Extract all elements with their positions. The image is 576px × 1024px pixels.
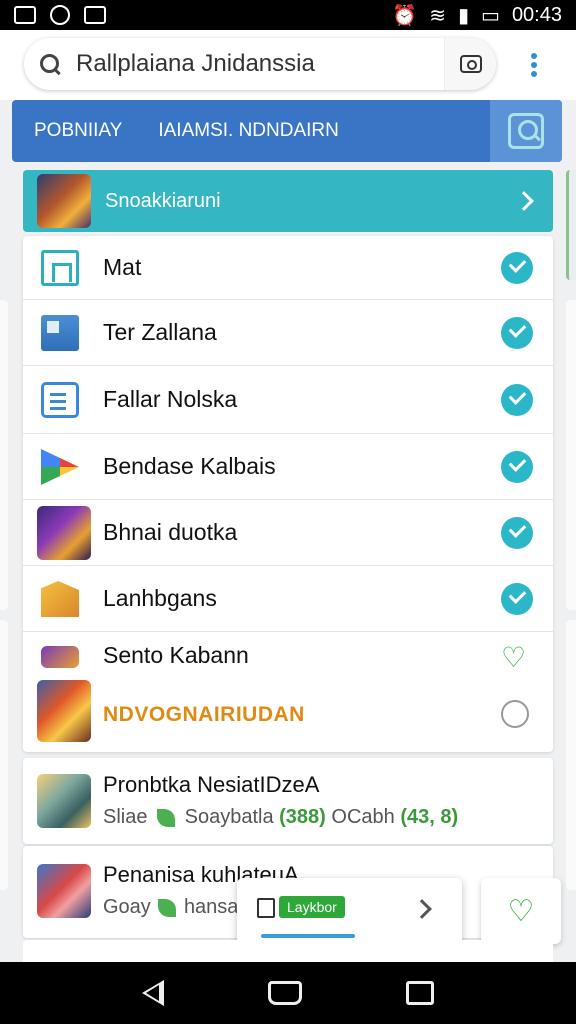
camera-icon (459, 55, 482, 73)
home-icon (41, 315, 79, 351)
app-meta: Goay hansaik (103, 896, 253, 919)
meta-prefix: Sliae (103, 806, 148, 828)
list-item-label: Fallar Nolska (103, 386, 238, 412)
list-item[interactable]: Mat (23, 236, 553, 300)
radio-ring-icon[interactable] (501, 700, 529, 728)
check-icon[interactable] (501, 517, 533, 549)
list-item[interactable]: Sento Kabann ♡ (23, 632, 553, 678)
heart-icon[interactable]: ♡ (501, 644, 526, 672)
app-meta: Sliae Soaybatla (388) OCabh (43, 8) (103, 806, 458, 829)
image-icon (14, 6, 36, 24)
shield-icon (50, 5, 70, 25)
profile-search-icon (508, 113, 544, 149)
house-icon (41, 250, 79, 286)
camera-button[interactable] (444, 38, 496, 90)
meta-middle: Soaybatla (184, 806, 274, 828)
side-panel-edge (0, 300, 8, 610)
tab-primary[interactable]: PОBNIIAY (34, 120, 122, 142)
meta-prefix: Goay (103, 896, 151, 918)
status-time: 00:43 (511, 3, 562, 26)
favorite-button[interactable]: ♡ (481, 878, 561, 944)
status-bar: ⏰ ≋ ▮ ▭ 00:43 (0, 0, 576, 30)
map-icon (41, 581, 79, 617)
list-item[interactable]: Lanhbgans (23, 566, 553, 632)
meta-rating: (43, 8) (400, 806, 459, 828)
check-icon[interactable] (501, 317, 533, 349)
box-icon (257, 898, 275, 918)
game-icon (41, 646, 79, 668)
app-thumbnail (37, 864, 91, 918)
side-panel-edge (566, 170, 576, 280)
tab-secondary[interactable]: IAIAMSI. NDNDAIRN (158, 120, 339, 142)
gallery-icon (84, 6, 106, 24)
dot (531, 62, 537, 68)
heart-icon: ♡ (507, 894, 535, 928)
app-title: Pronbtka NesiatIDzeA (103, 772, 320, 797)
list-item-label: Bendase Kalbais (103, 453, 276, 479)
search-icon[interactable] (38, 52, 62, 76)
search-header: Rallplaiana Jnidanssia (0, 30, 576, 100)
leaf-icon (157, 808, 176, 827)
chevron-right-icon[interactable] (412, 899, 432, 919)
game-icon (37, 506, 91, 560)
check-icon[interactable] (501, 583, 533, 615)
list-item-label: Sento Kabann (103, 641, 249, 668)
side-panel-edge (566, 620, 576, 890)
list-item[interactable]: NDVOGNAIRIUDAN (23, 678, 553, 752)
play-icon (41, 449, 79, 485)
category-bar: PОBNIIAY IAIAMSI. NDNDAIRN (12, 100, 562, 162)
home-button-icon[interactable] (268, 981, 302, 1005)
system-nav-bar (0, 962, 576, 1024)
signal-icon: ▮ (458, 4, 470, 27)
list-item-label: NDVOGNAIRIUDAN (103, 703, 305, 726)
check-icon[interactable] (501, 252, 533, 284)
app-thumbnail (37, 774, 91, 828)
chevron-right-icon (514, 191, 534, 211)
check-icon[interactable] (501, 451, 533, 483)
list-item (23, 940, 553, 962)
featured-row[interactable]: Snoakkiaruni (23, 170, 553, 232)
side-panel-edge (566, 300, 576, 610)
list-item[interactable]: Bendase Kalbais (23, 434, 553, 500)
meta-suffix: OCabh (331, 806, 395, 828)
search-bar[interactable]: Rallplaiana Jnidanssia (24, 38, 496, 90)
game-thumbnail (37, 680, 91, 742)
status-badge: Laykbor (279, 896, 345, 918)
leaf-icon (158, 898, 177, 917)
edit-icon (41, 382, 79, 418)
app-card[interactable]: Pronbtka NesiatIDzeA Sliae Soaybatla (38… (23, 758, 553, 844)
list-item[interactable]: Fallar Nolska (23, 366, 553, 434)
dot (531, 71, 537, 77)
battery-icon: ▭ (481, 4, 500, 27)
list-item-label: Ter Zallana (103, 319, 217, 345)
more-options-button[interactable] (520, 50, 548, 80)
progress-bar (261, 934, 355, 938)
featured-app-thumbnail (37, 174, 91, 228)
list-item-label: Lanhbgans (103, 585, 217, 611)
app-list: Mat Ter Zallana Fallar Nolska Bendase Ka… (23, 236, 553, 752)
featured-label: Snoakkiaruni (105, 189, 221, 212)
back-icon[interactable] (142, 980, 164, 1006)
wifi-icon: ≋ (429, 4, 447, 27)
check-icon[interactable] (501, 384, 533, 416)
meta-count: (388) (279, 806, 326, 828)
list-item-label: Bhnai duotka (103, 519, 238, 545)
list-item[interactable]: Bhnai duotka (23, 500, 553, 566)
list-item-label: Mat (103, 254, 142, 280)
profile-button[interactable] (490, 100, 562, 162)
recent-apps-icon[interactable] (406, 981, 434, 1005)
search-input[interactable]: Rallplaiana Jnidanssia (76, 50, 444, 78)
download-toast[interactable]: Laykbor (237, 878, 462, 946)
alarm-icon: ⏰ (392, 4, 418, 27)
list-item[interactable]: Ter Zallana (23, 300, 553, 366)
dot (531, 53, 537, 59)
side-panel-edge (0, 620, 8, 890)
